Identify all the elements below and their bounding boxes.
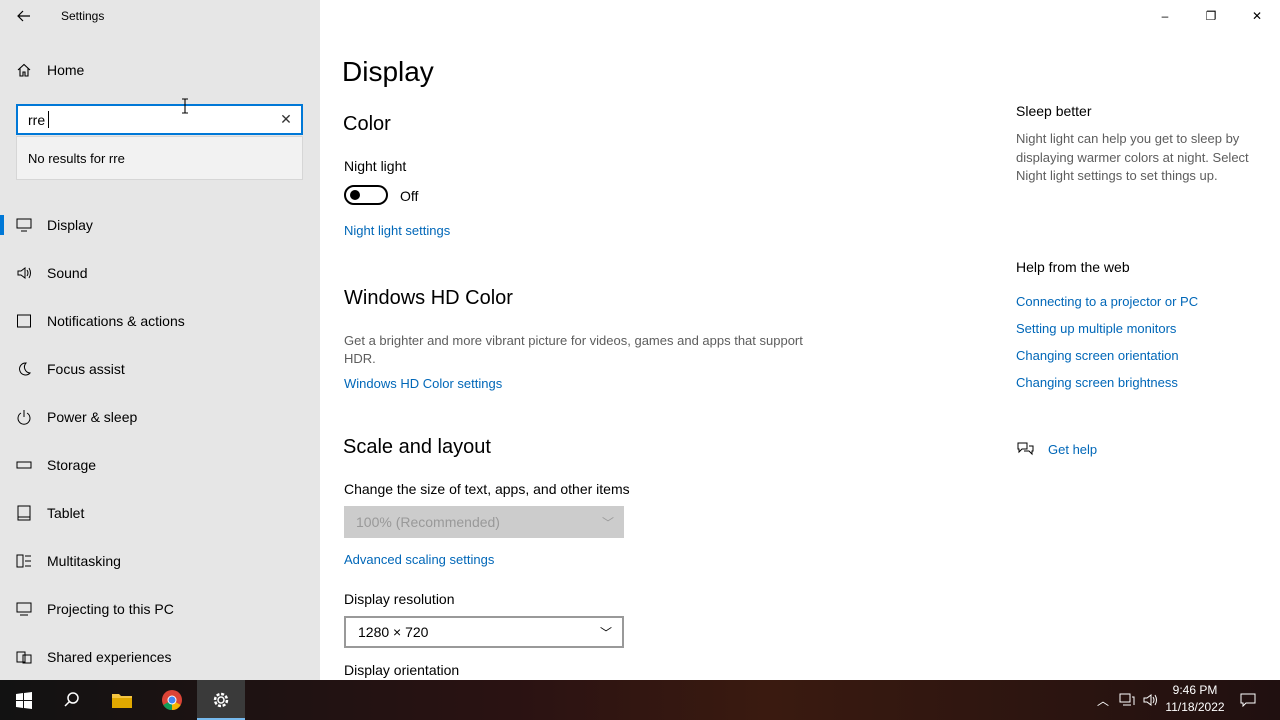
no-results-text: No results for rre (28, 151, 125, 166)
chevron-down-icon: ﹀ (599, 626, 612, 640)
sidebar-item-label: Focus assist (47, 361, 125, 377)
app-title: Settings (61, 9, 105, 23)
chevron-up-icon[interactable]: ︿ (1094, 680, 1112, 720)
sleep-better-text: Night light can help you get to sleep by… (1016, 131, 1249, 183)
close-button[interactable]: ✕ (1234, 0, 1280, 32)
sidebar-item-label: Power & sleep (47, 409, 138, 425)
projecting-icon (16, 602, 32, 616)
sidebar-item-focus-assist[interactable]: Focus assist (0, 350, 320, 388)
sidebar-item-display[interactable]: Display (0, 206, 320, 244)
help-link-orientation[interactable]: Changing screen orientation (1016, 348, 1179, 363)
moon-icon (19, 362, 32, 376)
sidebar-item-label: Sound (47, 265, 88, 281)
night-light-settings-link[interactable]: Night light settings (344, 223, 450, 238)
sidebar-item-notifications[interactable]: Notifications & actions (0, 302, 320, 340)
back-arrow-icon[interactable] (12, 4, 36, 28)
help-link-projector[interactable]: Connecting to a projector or PC (1016, 294, 1198, 309)
sidebar-item-storage[interactable]: Storage (0, 446, 320, 484)
size-label: Change the size of text, apps, and other… (344, 481, 630, 497)
multitasking-icon (16, 554, 31, 568)
color-heading: Color (343, 113, 391, 135)
night-light-toggle[interactable] (344, 185, 388, 205)
clock-date: 11/18/2022 (1165, 700, 1225, 714)
help-link-brightness[interactable]: Changing screen brightness (1016, 375, 1178, 390)
sidebar-item-label: Projecting to this PC (47, 601, 174, 617)
sidebar-item-sound[interactable]: Sound (0, 254, 320, 292)
sidebar-item-label: Display (47, 217, 93, 233)
home-nav-item[interactable]: Home (16, 62, 84, 78)
clock[interactable]: 9:46 PM 11/18/2022 (1160, 682, 1230, 716)
speaker-icon (17, 267, 31, 279)
search-value: rre (28, 112, 46, 128)
restore-button[interactable]: ❐ (1188, 0, 1234, 32)
text-caret (48, 111, 49, 128)
clock-time: 9:46 PM (1172, 683, 1218, 697)
sidebar-item-power-sleep[interactable]: Power & sleep (0, 398, 320, 436)
chrome-icon[interactable] (148, 680, 196, 720)
file-explorer-icon[interactable] (98, 680, 146, 720)
sidebar-item-label: Multitasking (47, 553, 121, 569)
scale-layout-heading: Scale and layout (343, 436, 491, 458)
resolution-label: Display resolution (344, 591, 455, 607)
sidebar-item-label: Tablet (47, 505, 85, 521)
hd-color-settings-link[interactable]: Windows HD Color settings (344, 376, 502, 391)
network-icon[interactable] (1116, 680, 1138, 720)
sidebar-item-label: Shared experiences (47, 649, 172, 665)
chat-help-icon (1017, 442, 1034, 456)
notification-icon (17, 314, 31, 328)
sidebar-item-multitasking[interactable]: Multitasking (0, 542, 320, 580)
night-light-label: Night light (344, 158, 407, 174)
action-center-icon[interactable] (1236, 680, 1260, 720)
orientation-label: Display orientation (344, 662, 460, 678)
home-icon (17, 63, 31, 77)
search-input[interactable]: rre ✕ (16, 104, 303, 135)
text-cursor-icon (182, 98, 188, 114)
sidebar: Settings Home rre ✕ No results for rre D… (0, 0, 320, 680)
night-light-state: Off (400, 188, 419, 204)
search-suggestion-box: No results for rre (16, 136, 303, 180)
start-icon[interactable] (0, 680, 48, 720)
chevron-down-icon: ﹀ (601, 516, 614, 530)
resolution-value: 1280 × 720 (358, 624, 429, 640)
sidebar-item-shared-experiences[interactable]: Shared experiences (0, 638, 320, 676)
help-link-multiple-monitors[interactable]: Setting up multiple monitors (1016, 321, 1176, 336)
advanced-scaling-link[interactable]: Advanced scaling settings (344, 552, 494, 567)
scale-dropdown: 100% (Recommended) ﹀ (344, 506, 624, 538)
get-help-link[interactable]: Get help (1016, 440, 1097, 458)
monitor-icon (16, 218, 32, 232)
settings-gear-icon[interactable] (197, 680, 245, 720)
hd-color-description: Get a brighter and more vibrant picture … (344, 333, 803, 366)
power-icon (17, 410, 31, 425)
storage-icon (16, 461, 32, 469)
help-web-heading: Help from the web (1016, 259, 1130, 275)
tablet-icon (17, 505, 31, 521)
home-label: Home (47, 62, 85, 78)
shared-experiences-icon (16, 651, 32, 664)
clear-x-icon[interactable]: ✕ (277, 110, 295, 128)
get-help-label: Get help (1048, 441, 1098, 457)
page-title: Display (342, 56, 434, 87)
search-icon[interactable] (48, 680, 96, 720)
sidebar-item-projecting[interactable]: Projecting to this PC (0, 590, 320, 628)
sidebar-item-label: Notifications & actions (47, 313, 185, 329)
hd-color-heading: Windows HD Color (344, 287, 513, 309)
minimize-button[interactable]: – (1142, 0, 1188, 32)
taskbar: ︿ 9:46 PM 11/18/2022 (0, 680, 1280, 720)
scale-value: 100% (Recommended) (356, 514, 500, 530)
resolution-dropdown[interactable]: 1280 × 720 ﹀ (344, 616, 624, 648)
volume-icon[interactable] (1140, 680, 1162, 720)
sleep-better-heading: Sleep better (1016, 103, 1092, 119)
sidebar-item-tablet[interactable]: Tablet (0, 494, 320, 532)
sidebar-item-label: Storage (47, 457, 97, 473)
